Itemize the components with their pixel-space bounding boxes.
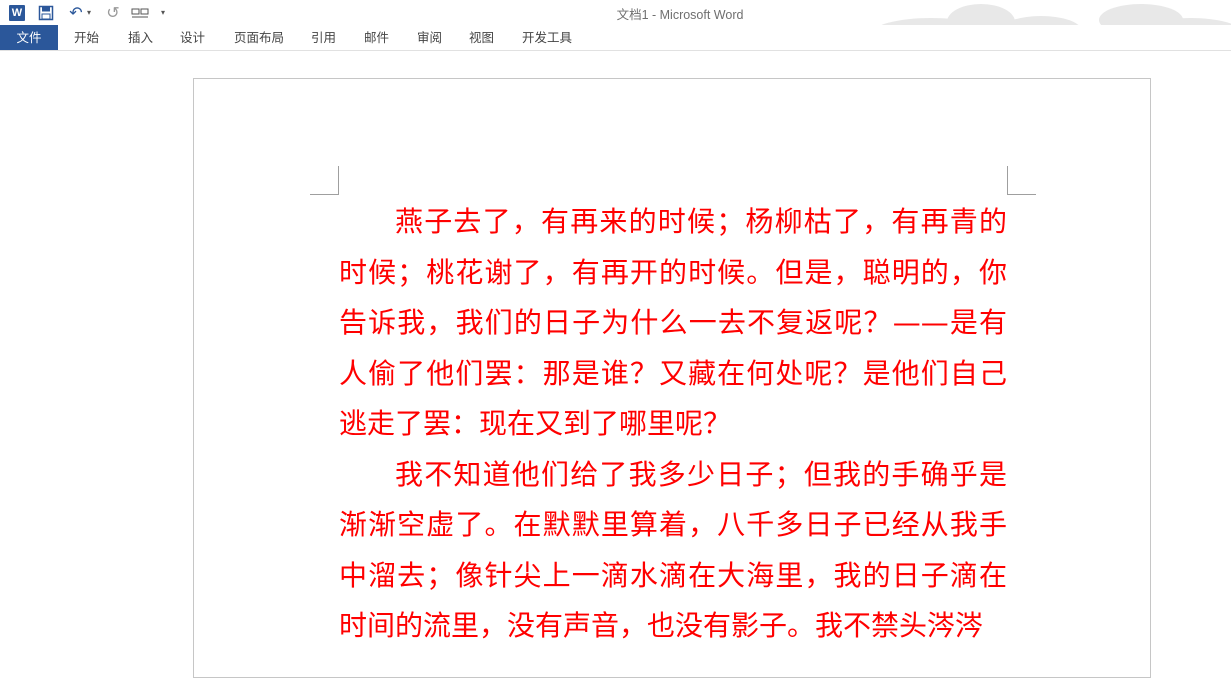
tab-review[interactable]: 审阅 bbox=[417, 25, 442, 50]
tab-developer[interactable]: 开发工具 bbox=[522, 25, 572, 50]
tab-references[interactable]: 引用 bbox=[311, 25, 336, 50]
margin-corner-top-right bbox=[1007, 166, 1036, 195]
document-page[interactable]: 燕子去了，有再来的时候；杨柳枯了，有再青的时候；桃花谢了，有再开的时候。但是，聪… bbox=[193, 78, 1151, 678]
tab-design[interactable]: 设计 bbox=[180, 25, 205, 50]
tab-home[interactable]: 开始 bbox=[74, 25, 99, 50]
ribbon-tab-bar: 文件 开始 插入 设计 页面布局 引用 邮件 审阅 视图 开发工具 bbox=[0, 25, 1231, 51]
title-bar: W ↶ ▾ ↺ ▾ 文档1 - Microsoft Word bbox=[0, 0, 1231, 25]
tab-mailings[interactable]: 邮件 bbox=[364, 25, 389, 50]
tab-page-layout[interactable]: 页面布局 bbox=[234, 25, 284, 50]
document-area: 燕子去了，有再来的时候；杨柳枯了，有再青的时候；桃花谢了，有再开的时候。但是，聪… bbox=[0, 51, 1231, 678]
tab-view[interactable]: 视图 bbox=[469, 25, 494, 50]
margin-corner-top-left bbox=[310, 166, 339, 195]
paragraph[interactable]: 燕子去了，有再来的时候；杨柳枯了，有再青的时候；桃花谢了，有再开的时候。但是，聪… bbox=[339, 197, 1007, 450]
window-title: 文档1 - Microsoft Word bbox=[616, 8, 744, 22]
document-body[interactable]: 燕子去了，有再来的时候；杨柳枯了，有再青的时候；桃花谢了，有再开的时候。但是，聪… bbox=[339, 197, 1007, 652]
tab-insert[interactable]: 插入 bbox=[128, 25, 153, 50]
paragraph[interactable]: 我不知道他们给了我多少日子；但我的手确乎是渐渐空虚了。在默默里算着，八千多日子已… bbox=[339, 450, 1007, 652]
tab-file[interactable]: 文件 bbox=[0, 25, 58, 50]
